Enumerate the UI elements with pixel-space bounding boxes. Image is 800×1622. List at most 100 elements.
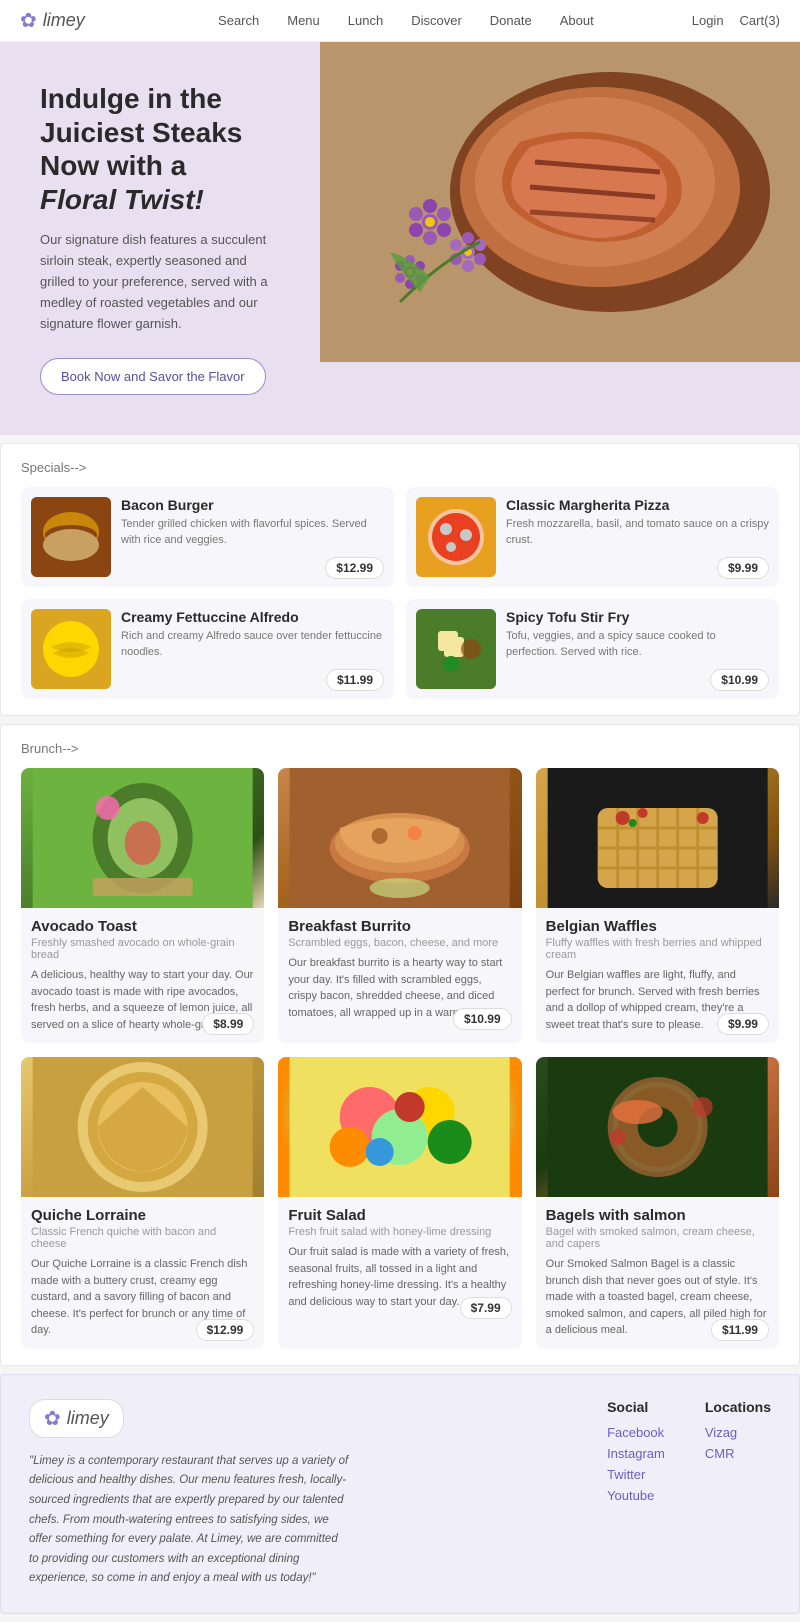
quiche-name: Quiche Lorraine (31, 1207, 254, 1224)
brunch-card-avocado: Avocado Toast Freshly smashed avocado on… (21, 768, 264, 1043)
burrito-name: Breakfast Burrito (288, 918, 511, 935)
footer-social: Social Facebook Instagram Twitter Youtub… (607, 1399, 665, 1589)
fruit-name: Fruit Salad (288, 1207, 511, 1224)
nav-menu[interactable]: Menu (287, 13, 320, 28)
quiche-body: Quiche Lorraine Classic French quiche wi… (21, 1197, 264, 1349)
quiche-image (21, 1057, 264, 1197)
youtube-link[interactable]: Youtube (607, 1488, 665, 1503)
pasta-name: Creamy Fettuccine Alfredo (121, 609, 384, 625)
brunch-card-bagel: Bagels with salmon Bagel with smoked sal… (536, 1057, 779, 1349)
waffle-name: Belgian Waffles (546, 918, 769, 935)
brunch-grid: Avocado Toast Freshly smashed avocado on… (21, 768, 779, 1349)
hero-description: Our signature dish features a succulent … (40, 230, 280, 334)
nav-about[interactable]: About (560, 13, 594, 28)
burrito-body: Breakfast Burrito Scrambled eggs, bacon,… (278, 908, 521, 1038)
waffle-image (536, 768, 779, 908)
cart-button[interactable]: Cart(3) (740, 13, 780, 28)
waffle-price: $9.99 (717, 1013, 769, 1035)
fruit-sub: Fresh fruit salad with honey-lime dressi… (288, 1226, 511, 1238)
pizza-info: Classic Margherita Pizza Fresh mozzarell… (506, 497, 769, 548)
bacon-burger-image (31, 497, 111, 577)
footer-logo-text: limey (67, 1408, 109, 1429)
header: ✿ limey Search Menu Lunch Discover Donat… (0, 0, 800, 42)
hero-title: Indulge in the Juiciest Steaks Now with … (40, 82, 280, 216)
book-now-button[interactable]: Book Now and Savor the Flavor (40, 358, 266, 395)
pasta-price: $11.99 (326, 669, 384, 691)
logo-area: ✿ limey (20, 8, 120, 33)
brunch-card-waffle: Belgian Waffles Fluffy waffles with fres… (536, 768, 779, 1043)
nav-discover[interactable]: Discover (411, 13, 462, 28)
footer-logo: ✿ limey (29, 1399, 124, 1438)
tofu-name: Spicy Tofu Stir Fry (506, 609, 769, 625)
bacon-burger-desc: Tender grilled chicken with flavorful sp… (121, 517, 384, 548)
brunch-card-fruit: Fruit Salad Fresh fruit salad with honey… (278, 1057, 521, 1349)
bagel-image (536, 1057, 779, 1197)
twitter-link[interactable]: Twitter (607, 1467, 665, 1482)
tofu-desc: Tofu, veggies, and a spicy sauce cooked … (506, 629, 769, 660)
logo-icon: ✿ (20, 8, 37, 33)
avocado-sub: Freshly smashed avocado on whole-grain b… (31, 937, 254, 961)
nav-search[interactable]: Search (218, 13, 259, 28)
tofu-price: $10.99 (710, 669, 769, 691)
hero-image (320, 42, 800, 435)
hero-section: Indulge in the Juiciest Steaks Now with … (0, 42, 800, 435)
burrito-price: $10.99 (453, 1008, 512, 1030)
specials-section: Specials--> Bacon Burger Tender grilled … (0, 443, 800, 716)
footer-description: "Limey is a contemporary restaurant that… (29, 1452, 349, 1589)
social-title: Social (607, 1399, 665, 1415)
special-card-bacon-burger: Bacon Burger Tender grilled chicken with… (21, 487, 394, 587)
specials-title: Specials--> (21, 460, 779, 475)
hero-content: Indulge in the Juiciest Steaks Now with … (0, 42, 320, 435)
bacon-burger-price: $12.99 (325, 557, 384, 579)
pasta-desc: Rich and creamy Alfredo sauce over tende… (121, 629, 384, 660)
nav-lunch[interactable]: Lunch (348, 13, 383, 28)
footer-locations: Locations Vizag CMR (705, 1399, 771, 1589)
locations-title: Locations (705, 1399, 771, 1415)
special-card-pasta: Creamy Fettuccine Alfredo Rich and cream… (21, 599, 394, 699)
fruit-price: $7.99 (460, 1297, 512, 1319)
fruit-image (278, 1057, 521, 1197)
quiche-price: $12.99 (196, 1319, 255, 1341)
avocado-body: Avocado Toast Freshly smashed avocado on… (21, 908, 264, 1043)
pizza-name: Classic Margherita Pizza (506, 497, 769, 513)
pizza-desc: Fresh mozzarella, basil, and tomato sauc… (506, 517, 769, 548)
footer-brand: ✿ limey "Limey is a contemporary restaur… (29, 1399, 349, 1589)
avocado-name: Avocado Toast (31, 918, 254, 935)
hero-svg (320, 42, 800, 362)
logo-text: limey (43, 10, 85, 31)
login-link[interactable]: Login (692, 13, 724, 28)
waffle-body: Belgian Waffles Fluffy waffles with fres… (536, 908, 779, 1043)
header-right: Login Cart(3) (692, 13, 780, 28)
quiche-sub: Classic French quiche with bacon and che… (31, 1226, 254, 1250)
pasta-image (31, 609, 111, 689)
pizza-price: $9.99 (717, 557, 769, 579)
tofu-info: Spicy Tofu Stir Fry Tofu, veggies, and a… (506, 609, 769, 660)
bagel-body: Bagels with salmon Bagel with smoked sal… (536, 1197, 779, 1349)
bacon-burger-info: Bacon Burger Tender grilled chicken with… (121, 497, 384, 548)
facebook-link[interactable]: Facebook (607, 1425, 665, 1440)
avocado-image (21, 768, 264, 908)
main-nav: Search Menu Lunch Discover Donate About (120, 13, 692, 28)
waffle-sub: Fluffy waffles with fresh berries and wh… (546, 937, 769, 961)
special-card-tofu: Spicy Tofu Stir Fry Tofu, veggies, and a… (406, 599, 779, 699)
avocado-price: $8.99 (202, 1013, 254, 1035)
bacon-burger-name: Bacon Burger (121, 497, 384, 513)
pizza-image (416, 497, 496, 577)
special-card-pizza: Classic Margherita Pizza Fresh mozzarell… (406, 487, 779, 587)
cmr-link[interactable]: CMR (705, 1446, 771, 1461)
burrito-sub: Scrambled eggs, bacon, cheese, and more (288, 937, 511, 949)
tofu-image (416, 609, 496, 689)
instagram-link[interactable]: Instagram (607, 1446, 665, 1461)
vizag-link[interactable]: Vizag (705, 1425, 771, 1440)
brunch-section: Brunch--> Avocado Toast Freshly smashed … (0, 724, 800, 1366)
pasta-info: Creamy Fettuccine Alfredo Rich and cream… (121, 609, 384, 660)
brunch-title: Brunch--> (21, 741, 779, 756)
bagel-sub: Bagel with smoked salmon, cream cheese, … (546, 1226, 769, 1250)
footer: ✿ limey "Limey is a contemporary restaur… (0, 1374, 800, 1614)
bagel-name: Bagels with salmon (546, 1207, 769, 1224)
nav-donate[interactable]: Donate (490, 13, 532, 28)
fruit-body: Fruit Salad Fresh fruit salad with honey… (278, 1197, 521, 1327)
bagel-price: $11.99 (711, 1319, 769, 1341)
burrito-image (278, 768, 521, 908)
footer-logo-icon: ✿ (44, 1406, 61, 1431)
